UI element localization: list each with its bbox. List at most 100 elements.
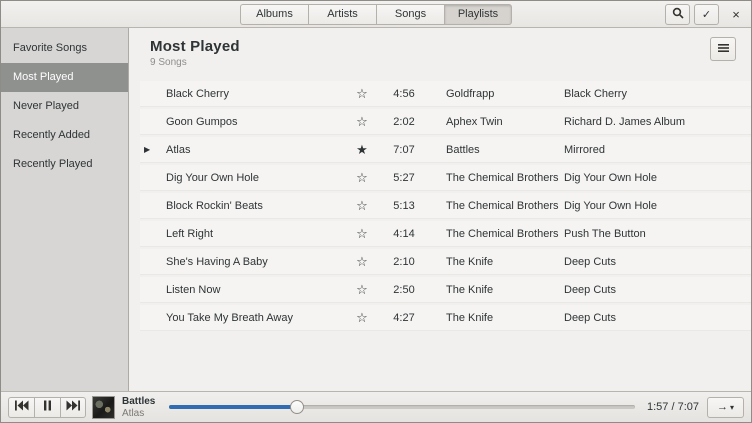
tab-songs[interactable]: Songs xyxy=(376,4,444,25)
song-album: Dig Your Own Hole xyxy=(564,172,751,184)
window-close-button[interactable]: × xyxy=(726,4,746,25)
playback-controls xyxy=(8,397,86,418)
song-artist: Battles xyxy=(446,144,564,156)
repeat-mode-icon: → xyxy=(717,401,728,413)
now-playing-title: Battles xyxy=(122,396,155,407)
checkmark-icon: ✓ xyxy=(702,8,711,21)
song-duration: 5:27 xyxy=(374,172,434,184)
favorite-star-icon[interactable]: ☆ xyxy=(350,114,374,130)
song-row[interactable]: Left Right ☆ 4:14 The Chemical Brothers … xyxy=(140,221,751,247)
song-list: Black Cherry ☆ 4:56 Goldfrapp Black Cher… xyxy=(140,81,751,331)
tab-albums[interactable]: Albums xyxy=(240,4,308,25)
song-title: Block Rockin' Beats xyxy=(166,200,350,212)
song-artist: The Chemical Brothers xyxy=(446,228,564,240)
now-playing-info: Battles Atlas xyxy=(122,396,155,419)
song-row[interactable]: She's Having A Baby ☆ 2:10 The Knife Dee… xyxy=(140,249,751,275)
tab-artists[interactable]: Artists xyxy=(308,4,376,25)
song-title: Left Right xyxy=(166,228,350,240)
tab-playlists[interactable]: Playlists xyxy=(444,4,512,25)
song-row-playing[interactable]: ▶ Atlas ★ 7:07 Battles Mirrored xyxy=(140,137,751,163)
favorite-star-icon[interactable]: ☆ xyxy=(350,310,374,326)
song-artist: Goldfrapp xyxy=(446,88,564,100)
seek-progress-fill xyxy=(169,405,297,409)
song-artist: The Knife xyxy=(446,256,564,268)
song-count: 9 Songs xyxy=(150,57,751,68)
song-album: Push The Button xyxy=(564,228,751,240)
song-artist: The Chemical Brothers xyxy=(446,172,564,184)
seek-handle[interactable] xyxy=(290,400,304,414)
sidebar-item-favorite-songs[interactable]: Favorite Songs xyxy=(1,34,128,63)
song-album: Deep Cuts xyxy=(564,256,751,268)
song-album: Dig Your Own Hole xyxy=(564,200,751,212)
menu-icon xyxy=(718,40,729,58)
song-row[interactable]: Block Rockin' Beats ☆ 5:13 The Chemical … xyxy=(140,193,751,219)
previous-button[interactable] xyxy=(8,397,34,418)
now-playing-icon: ▶ xyxy=(140,145,166,154)
song-duration: 2:10 xyxy=(374,256,434,268)
song-duration: 5:13 xyxy=(374,200,434,212)
playlist-menu-button[interactable] xyxy=(710,37,736,61)
favorite-star-icon[interactable]: ★ xyxy=(350,142,374,158)
song-duration: 7:07 xyxy=(374,144,434,156)
page-title: Most Played xyxy=(150,38,751,55)
song-row[interactable]: You Take My Breath Away ☆ 4:27 The Knife… xyxy=(140,305,751,331)
song-album: Richard D. James Album xyxy=(564,116,751,128)
search-button[interactable] xyxy=(665,4,690,25)
song-title: Goon Gumpos xyxy=(166,116,350,128)
favorite-star-icon[interactable]: ☆ xyxy=(350,254,374,270)
select-mode-button[interactable]: ✓ xyxy=(694,4,719,25)
playlists-sidebar: Favorite Songs Most Played Never Played … xyxy=(1,28,129,391)
favorite-star-icon[interactable]: ☆ xyxy=(350,226,374,242)
song-row[interactable]: Black Cherry ☆ 4:56 Goldfrapp Black Cher… xyxy=(140,81,751,107)
pause-button[interactable] xyxy=(34,397,60,418)
skip-forward-icon xyxy=(66,398,81,416)
sidebar-item-most-played[interactable]: Most Played xyxy=(1,63,128,92)
song-album: Deep Cuts xyxy=(564,312,751,324)
chevron-down-icon: ▾ xyxy=(730,403,734,412)
playlist-header: Most Played 9 Songs xyxy=(129,28,751,68)
album-art-thumbnail xyxy=(92,396,115,419)
song-duration: 2:02 xyxy=(374,116,434,128)
skip-backward-icon xyxy=(14,398,29,416)
song-duration: 4:27 xyxy=(374,312,434,324)
favorite-star-icon[interactable]: ☆ xyxy=(350,170,374,186)
song-album: Black Cherry xyxy=(564,88,751,100)
song-title: You Take My Breath Away xyxy=(166,312,350,324)
player-bar: Battles Atlas 1:57 / 7:07 → ▾ xyxy=(1,391,751,422)
playback-time: 1:57 / 7:07 xyxy=(647,401,699,413)
seek-slider[interactable] xyxy=(169,399,635,415)
song-artist: The Chemical Brothers xyxy=(446,200,564,212)
song-row[interactable]: Goon Gumpos ☆ 2:02 Aphex Twin Richard D.… xyxy=(140,109,751,135)
sidebar-item-never-played[interactable]: Never Played xyxy=(1,92,128,121)
repeat-mode-button[interactable]: → ▾ xyxy=(707,397,744,418)
song-album: Mirrored xyxy=(564,144,751,156)
song-row[interactable]: Dig Your Own Hole ☆ 5:27 The Chemical Br… xyxy=(140,165,751,191)
song-duration: 2:50 xyxy=(374,284,434,296)
favorite-star-icon[interactable]: ☆ xyxy=(350,86,374,102)
song-artist: The Knife xyxy=(446,312,564,324)
pause-icon xyxy=(43,398,52,416)
sidebar-item-recently-played[interactable]: Recently Played xyxy=(1,150,128,179)
favorite-star-icon[interactable]: ☆ xyxy=(350,198,374,214)
song-title: Atlas xyxy=(166,144,350,156)
song-duration: 4:14 xyxy=(374,228,434,240)
window-body: Favorite Songs Most Played Never Played … xyxy=(1,28,751,391)
next-button[interactable] xyxy=(60,397,86,418)
app-window: Albums Artists Songs Playlists ✓ × Favor… xyxy=(0,0,752,423)
headerbar: Albums Artists Songs Playlists ✓ × xyxy=(1,1,751,28)
song-title: Black Cherry xyxy=(166,88,350,100)
sidebar-item-recently-added[interactable]: Recently Added xyxy=(1,121,128,150)
search-icon xyxy=(672,7,684,22)
song-title: Listen Now xyxy=(166,284,350,296)
now-playing-subtitle: Atlas xyxy=(122,408,155,419)
header-actions: ✓ × xyxy=(661,4,746,25)
favorite-star-icon[interactable]: ☆ xyxy=(350,282,374,298)
song-artist: Aphex Twin xyxy=(446,116,564,128)
song-album: Deep Cuts xyxy=(564,284,751,296)
playlist-view: Most Played 9 Songs Black Cherry ☆ 4:56 … xyxy=(129,28,751,391)
song-title: She's Having A Baby xyxy=(166,256,350,268)
close-icon: × xyxy=(732,7,740,22)
song-duration: 4:56 xyxy=(374,88,434,100)
song-row[interactable]: Listen Now ☆ 2:50 The Knife Deep Cuts xyxy=(140,277,751,303)
song-title: Dig Your Own Hole xyxy=(166,172,350,184)
